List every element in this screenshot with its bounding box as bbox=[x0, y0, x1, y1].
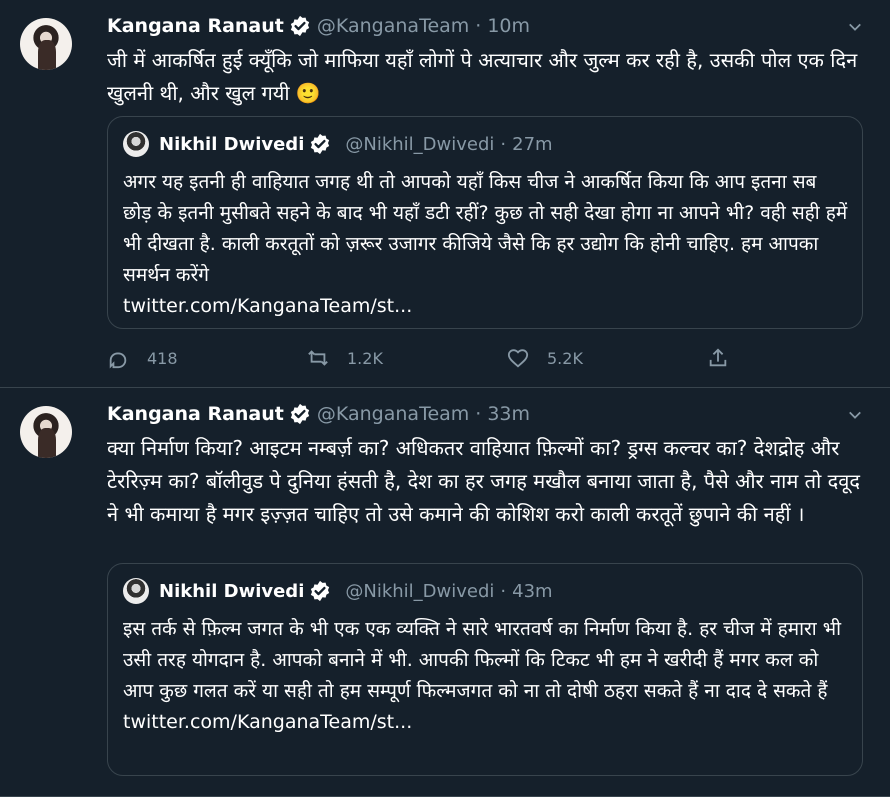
avatar[interactable] bbox=[20, 18, 72, 70]
author-name[interactable]: Kangana Ranaut bbox=[107, 403, 284, 425]
verified-icon bbox=[289, 403, 311, 425]
like-count: 5.2K bbox=[547, 348, 583, 368]
tweet-actions: 418 1.2K 5.2K bbox=[107, 342, 870, 374]
retweet-button[interactable]: 1.2K bbox=[307, 347, 507, 369]
quoted-text-body: अगर यह इतनी ही वाहियात जगह थी तो आपको यह… bbox=[123, 171, 848, 286]
avatar bbox=[123, 578, 149, 604]
tweet[interactable]: Kangana Ranaut @KanganaTeam · 33m क्या न… bbox=[0, 388, 890, 797]
verified-icon bbox=[289, 15, 311, 37]
reply-button[interactable]: 418 bbox=[107, 347, 307, 369]
author-handle: @Nikhil_Dwivedi bbox=[345, 580, 495, 602]
chevron-down-icon[interactable] bbox=[848, 408, 862, 422]
quoted-tweet[interactable]: Nikhil Dwivedi @Nikhil_Dwivedi · 43m इस … bbox=[107, 563, 863, 776]
author-name[interactable]: Kangana Ranaut bbox=[107, 15, 284, 37]
tweet-text: क्या निर्माण किया? आइटम नम्बर्ज़ का? अधि… bbox=[107, 436, 860, 526]
quoted-tweet[interactable]: Nikhil Dwivedi @Nikhil_Dwivedi · 27m अगर… bbox=[107, 116, 863, 329]
share-button[interactable] bbox=[707, 347, 747, 369]
verified-icon bbox=[309, 580, 331, 602]
like-button[interactable]: 5.2K bbox=[507, 347, 707, 369]
tweet-link[interactable]: twitter.com/KanganaTeam/st... bbox=[123, 707, 848, 738]
tweet-text: जी में आकर्षित हुई क्यूँकि जो माफिया यहा… bbox=[107, 48, 858, 105]
reply-count: 418 bbox=[147, 348, 178, 368]
author-handle: @Nikhil_Dwivedi bbox=[345, 133, 495, 155]
tweet-link[interactable]: twitter.com/KanganaTeam/st... bbox=[123, 291, 848, 322]
retweet-count: 1.2K bbox=[347, 348, 383, 368]
reply-icon bbox=[109, 352, 127, 369]
quoted-text-body: इस तर्क से फ़िल्म जगत के भी एक एक व्यक्त… bbox=[123, 618, 842, 702]
verified-icon bbox=[309, 133, 331, 155]
tweet-header: Kangana Ranaut @KanganaTeam · 10m bbox=[107, 12, 870, 40]
separator-dot: · bbox=[500, 580, 507, 602]
timestamp[interactable]: 33m bbox=[487, 403, 530, 425]
tweet-header: Kangana Ranaut @KanganaTeam · 33m bbox=[107, 400, 870, 428]
quoted-tweet-header: Nikhil Dwivedi @Nikhil_Dwivedi · 43m bbox=[123, 578, 553, 604]
author-name: Nikhil Dwivedi bbox=[159, 580, 305, 602]
quoted-tweet-text: अगर यह इतनी ही वाहियात जगह थी तो आपको यह… bbox=[123, 167, 848, 322]
tweet[interactable]: Kangana Ranaut @KanganaTeam · 10m जी में… bbox=[0, 0, 890, 388]
separator-dot: · bbox=[475, 403, 482, 425]
avatar[interactable] bbox=[20, 406, 72, 458]
author-handle[interactable]: @KanganaTeam bbox=[317, 403, 469, 425]
timestamp: 27m bbox=[512, 133, 553, 155]
chevron-down-icon[interactable] bbox=[848, 20, 862, 34]
heart-icon bbox=[507, 349, 529, 368]
timeline: Kangana Ranaut @KanganaTeam · 10m जी में… bbox=[0, 0, 890, 797]
quoted-tweet-text: इस तर्क से फ़िल्म जगत के भी एक एक व्यक्त… bbox=[123, 614, 848, 738]
separator-dot: · bbox=[500, 133, 507, 155]
separator-dot: · bbox=[475, 15, 482, 37]
quoted-tweet-header: Nikhil Dwivedi @Nikhil_Dwivedi · 27m bbox=[123, 131, 553, 157]
timestamp[interactable]: 10m bbox=[487, 15, 530, 37]
avatar bbox=[123, 131, 149, 157]
share-icon bbox=[709, 348, 727, 367]
author-name: Nikhil Dwivedi bbox=[159, 133, 305, 155]
timestamp: 43m bbox=[512, 580, 553, 602]
retweet-icon bbox=[308, 350, 328, 366]
author-handle[interactable]: @KanganaTeam bbox=[317, 15, 469, 37]
